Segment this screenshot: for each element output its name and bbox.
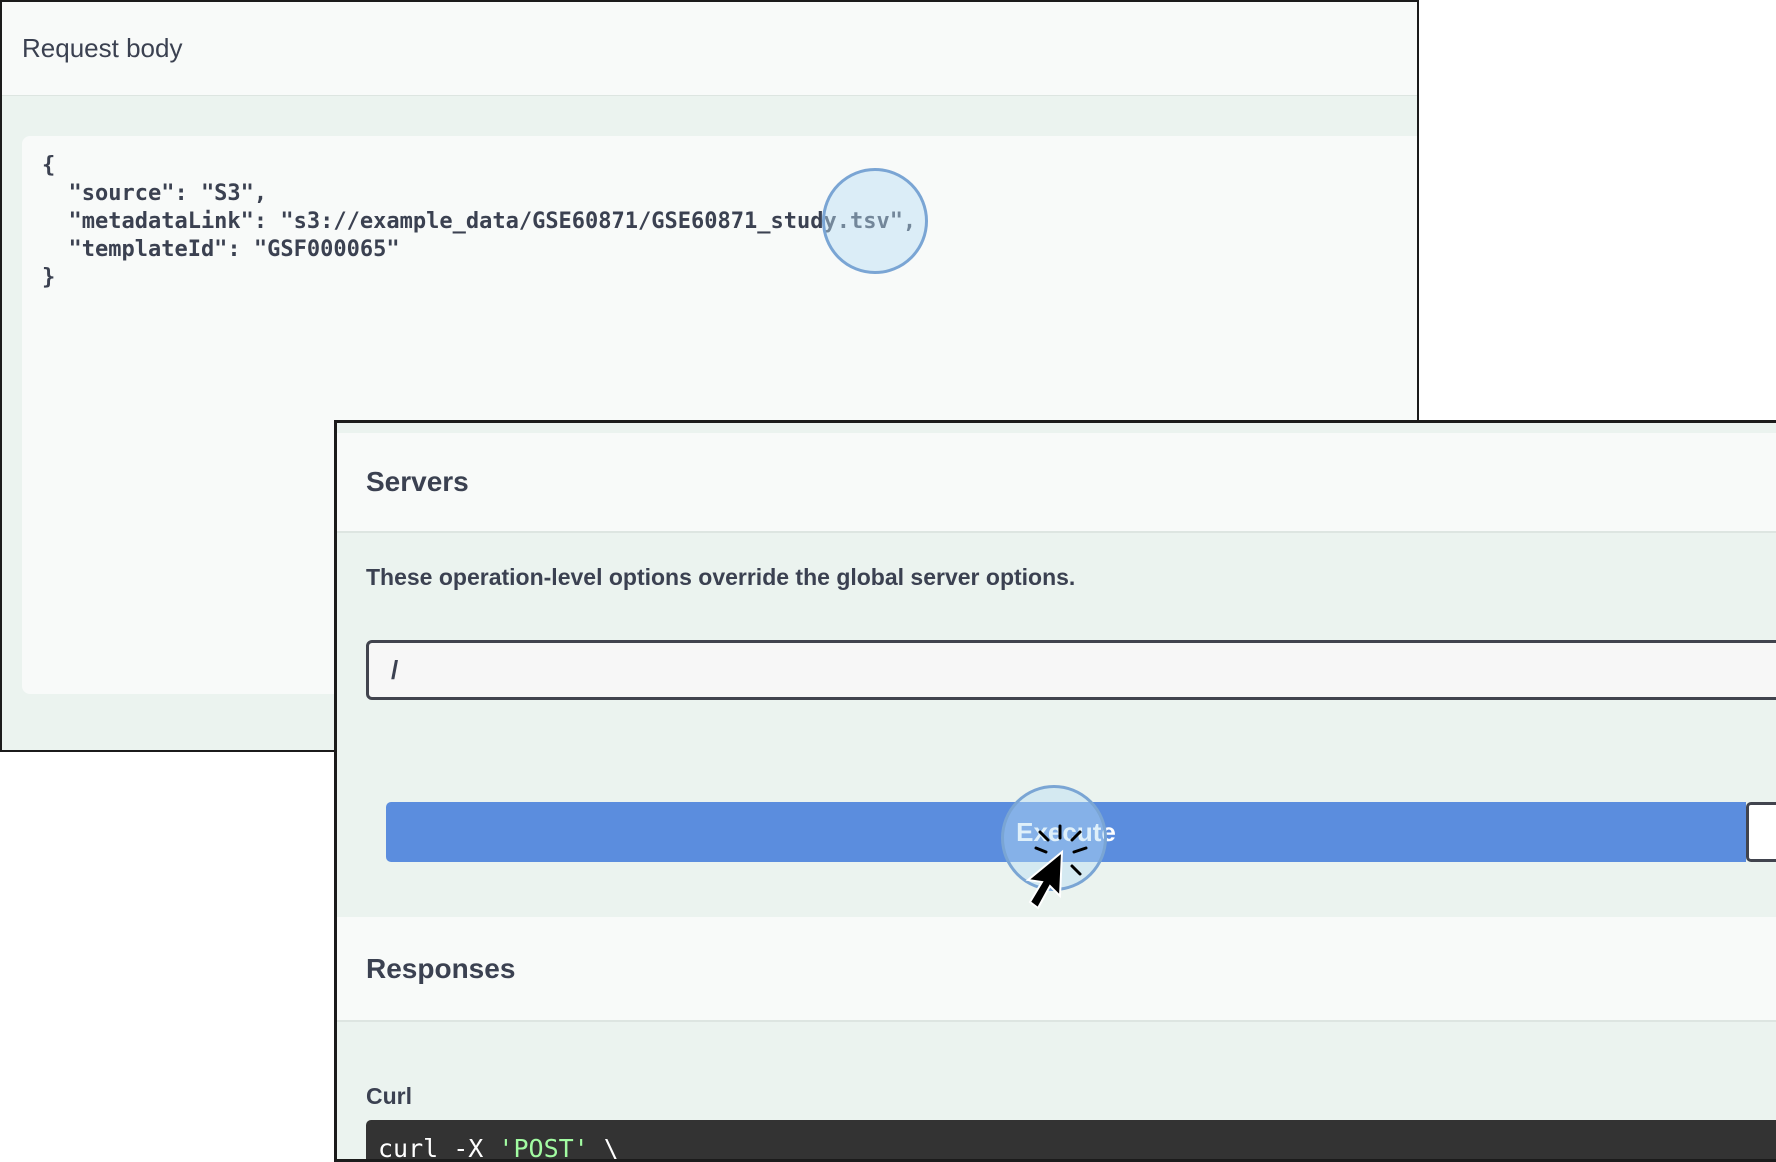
- request-body-header: Request body: [2, 2, 1417, 96]
- server-select-value: /: [391, 654, 399, 685]
- code-line: {: [42, 153, 56, 178]
- curl-command-box[interactable]: curl -X 'POST' \: [366, 1120, 1776, 1162]
- curl-continuation: \: [588, 1134, 619, 1162]
- request-body-title: Request body: [22, 33, 183, 63]
- curl-label: Curl: [366, 1083, 412, 1109]
- code-line: "source": "S3",: [42, 181, 268, 206]
- curl-command: curl -X: [378, 1134, 499, 1162]
- curl-method: 'POST': [498, 1134, 589, 1162]
- execute-button[interactable]: Execute: [386, 802, 1746, 862]
- code-line: "metadataLink": "s3://example_data/GSE60…: [42, 209, 917, 234]
- panel-top-strip: [337, 423, 1776, 433]
- server-select[interactable]: /: [366, 640, 1776, 700]
- code-line: "templateId": "GSF000065": [42, 237, 400, 262]
- execute-button-label: Execute: [1016, 816, 1116, 847]
- servers-header: Servers: [337, 433, 1776, 533]
- clear-button[interactable]: [1746, 802, 1776, 862]
- responses-header: Responses: [337, 917, 1776, 1022]
- servers-title: Servers: [366, 466, 469, 497]
- code-line: }: [42, 265, 56, 290]
- request-body-code[interactable]: { "source": "S3", "metadataLink": "s3://…: [42, 152, 1397, 292]
- screenshot-canvas: Request body { "source": "S3", "metadata…: [0, 0, 1776, 1162]
- responses-title: Responses: [366, 952, 516, 984]
- servers-description: These operation-level options override t…: [366, 564, 1076, 590]
- operation-panel: Servers These operation-level options ov…: [334, 420, 1776, 1162]
